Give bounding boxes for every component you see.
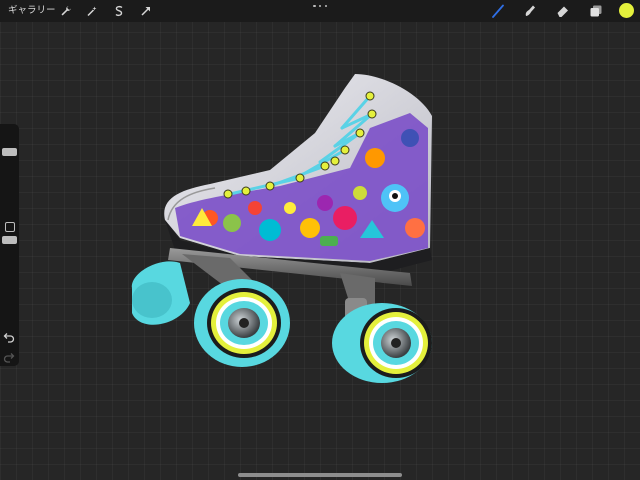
front-wheel[interactable] — [194, 279, 290, 367]
selection-icon — [115, 5, 123, 17]
opacity-slider-handle[interactable] — [2, 236, 17, 244]
color-picker-button[interactable] — [619, 3, 634, 18]
undo-icon — [3, 333, 15, 343]
left-sidebar — [0, 124, 19, 366]
adjustments-button[interactable] — [84, 3, 100, 19]
smudge-icon — [525, 5, 535, 16]
home-indicator[interactable] — [238, 473, 402, 477]
eraser-tool-button[interactable] — [554, 2, 572, 20]
smudge-tool-button[interactable] — [521, 2, 539, 20]
dot — [318, 4, 322, 8]
more-dots-icon[interactable] — [313, 1, 327, 11]
gallery-button[interactable]: ギャラリー — [8, 3, 56, 19]
rear-wheel[interactable] — [332, 303, 432, 383]
toe-stop-face — [132, 282, 172, 318]
dot — [324, 4, 327, 8]
roller-skate-artwork[interactable] — [120, 58, 460, 393]
redo-button[interactable] — [3, 348, 15, 363]
modify-button[interactable] — [5, 222, 15, 232]
wrench-icon — [61, 6, 71, 16]
magic-wand-icon — [87, 6, 97, 17]
transform-arrow-icon — [141, 7, 150, 16]
brush-icon — [492, 4, 504, 18]
top-toolbar: ギャラリー — [0, 0, 640, 22]
eraser-icon — [557, 6, 568, 17]
selection-button[interactable] — [111, 3, 127, 19]
layers-icon — [590, 5, 602, 17]
actions-button[interactable] — [58, 3, 74, 19]
redo-icon — [3, 353, 15, 363]
undo-button[interactable] — [3, 328, 15, 343]
brush-size-slider-handle[interactable] — [2, 148, 17, 157]
dot — [313, 4, 316, 8]
brush-tool-button[interactable] — [489, 2, 507, 20]
transform-button[interactable] — [138, 3, 154, 19]
layers-button[interactable] — [587, 2, 605, 20]
